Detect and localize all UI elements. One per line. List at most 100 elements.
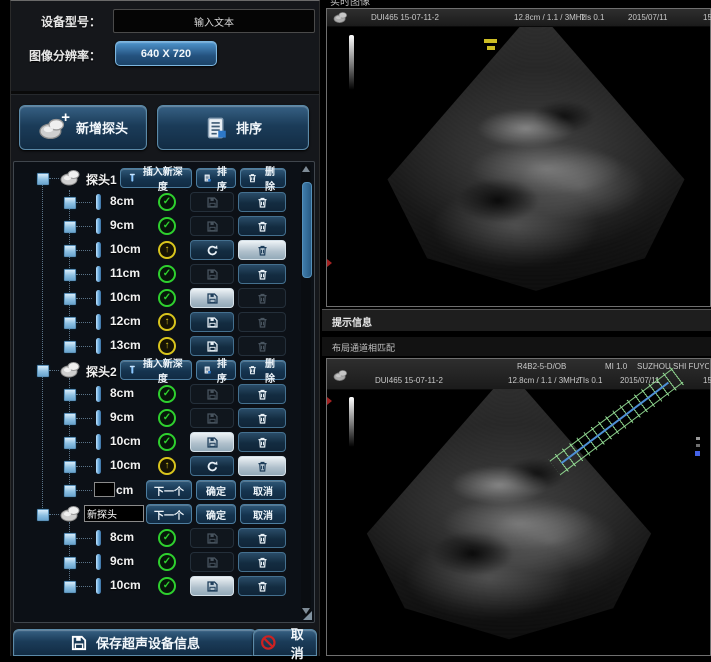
tree-dash bbox=[76, 298, 92, 299]
save-depth-button[interactable] bbox=[190, 408, 234, 428]
insert-depth-button[interactable]: 插入新深度 bbox=[120, 168, 192, 188]
device-model-input[interactable] bbox=[113, 9, 315, 33]
delete-depth-button[interactable] bbox=[238, 288, 286, 308]
scroll-up-arrow[interactable] bbox=[302, 166, 310, 172]
delete-depth-button[interactable] bbox=[238, 192, 286, 212]
save-depth-button[interactable] bbox=[190, 552, 234, 572]
expander-icon[interactable] bbox=[64, 221, 76, 233]
probe-icon bbox=[60, 359, 82, 379]
delete-depth-button[interactable] bbox=[238, 216, 286, 236]
status-ok-icon: ✓ bbox=[158, 289, 176, 307]
sort-depths-button[interactable]: 排序 bbox=[196, 360, 236, 380]
save-depth-button[interactable] bbox=[190, 528, 234, 548]
expander-icon[interactable] bbox=[64, 485, 76, 497]
delete-depth-button[interactable] bbox=[238, 456, 286, 476]
new-depth-input[interactable] bbox=[94, 482, 115, 497]
new-probe-name-input[interactable] bbox=[84, 505, 144, 522]
refresh-depth-button[interactable] bbox=[190, 240, 234, 260]
refresh-depth-button[interactable] bbox=[190, 456, 234, 476]
delete-probe-button[interactable]: 删除 bbox=[240, 360, 286, 380]
sort-probes-button[interactable]: 排序 bbox=[157, 105, 309, 150]
expander-icon[interactable] bbox=[37, 173, 49, 185]
expander-icon[interactable] bbox=[64, 269, 76, 281]
trash-icon bbox=[256, 436, 269, 449]
delete-depth-button[interactable] bbox=[238, 240, 286, 260]
probe2-name: 探头2 bbox=[86, 363, 117, 380]
next-button[interactable]: 下一个 bbox=[146, 480, 192, 500]
expander-icon[interactable] bbox=[64, 389, 76, 401]
delete-probe-button[interactable]: 删除 bbox=[240, 168, 286, 188]
insert-depth-button[interactable]: 插入新深度 bbox=[120, 360, 192, 380]
next-label: 下一个 bbox=[154, 483, 184, 498]
delete-probe-label: 删除 bbox=[261, 166, 279, 193]
status-ok-icon: ✓ bbox=[158, 385, 176, 403]
expander-icon[interactable] bbox=[64, 293, 76, 305]
refresh-icon bbox=[206, 244, 219, 257]
save-depth-button[interactable] bbox=[190, 336, 234, 356]
resolution-button[interactable]: 640 X 720 bbox=[115, 41, 217, 66]
save-depth-button[interactable] bbox=[190, 312, 234, 332]
expander-icon[interactable] bbox=[64, 413, 76, 425]
expander-icon[interactable] bbox=[64, 581, 76, 593]
expander-icon[interactable] bbox=[64, 557, 76, 569]
probe-tree: 探头1 插入新深度 排序 删除 8cm ✓ bbox=[18, 166, 296, 616]
delete-depth-button[interactable] bbox=[238, 528, 286, 548]
depth-row: 10cm ✓ bbox=[18, 430, 296, 454]
expander-icon[interactable] bbox=[64, 341, 76, 353]
delete-depth-button[interactable] bbox=[238, 408, 286, 428]
save-depth-button[interactable] bbox=[190, 384, 234, 404]
save-depth-button[interactable] bbox=[190, 288, 234, 308]
delete-depth-button[interactable] bbox=[238, 264, 286, 284]
expander-icon[interactable] bbox=[37, 365, 49, 377]
exam-id: DUI465 15-07-11-2 bbox=[375, 376, 443, 385]
tgc-marker bbox=[327, 259, 332, 267]
confirm-button[interactable]: 确定 bbox=[196, 504, 236, 524]
save-depth-button[interactable] bbox=[190, 192, 234, 212]
cancel-button[interactable]: 取消 bbox=[240, 480, 286, 500]
save-depth-button[interactable] bbox=[190, 576, 234, 596]
expander-icon[interactable] bbox=[64, 317, 76, 329]
ultrasound-image-live: DUI465 15-07-11-2 12.8cm / 1.1 / 3MHz TI… bbox=[326, 8, 711, 307]
depth-row: 9cm ✓ bbox=[18, 406, 296, 430]
delete-depth-button[interactable] bbox=[238, 576, 286, 596]
depth-row: 10cm ↑ bbox=[18, 454, 296, 478]
depth-row: 9cm ✓ bbox=[18, 550, 296, 574]
insert-depth-label: 插入新深度 bbox=[141, 355, 185, 385]
resize-grip[interactable] bbox=[303, 611, 312, 620]
delete-depth-button[interactable] bbox=[238, 384, 286, 404]
scrollbar-thumb[interactable] bbox=[302, 182, 312, 278]
depth-label: 13cm bbox=[110, 338, 141, 352]
cancel-button[interactable]: 取消 bbox=[240, 504, 286, 524]
expander-icon[interactable] bbox=[37, 509, 49, 521]
depth-row: 10cm ↑ bbox=[18, 238, 296, 262]
depth-row: 8cm ✓ bbox=[18, 526, 296, 550]
tree-dash bbox=[76, 538, 92, 539]
save-depth-button[interactable] bbox=[190, 264, 234, 284]
add-probe-button[interactable]: + 新增探头 bbox=[19, 105, 147, 150]
confirm-button[interactable]: 确定 bbox=[196, 480, 236, 500]
expander-icon[interactable] bbox=[64, 461, 76, 473]
delete-depth-button[interactable] bbox=[238, 552, 286, 572]
mi-value: MI 1.0 bbox=[605, 362, 627, 371]
expander-icon[interactable] bbox=[64, 533, 76, 545]
depth-unit-label: cm bbox=[116, 483, 133, 497]
depth-label: 11cm bbox=[110, 266, 140, 280]
cancel-device-button[interactable]: 取消 bbox=[253, 629, 317, 656]
save-device-button[interactable]: 保存超声设备信息 bbox=[13, 629, 257, 656]
delete-depth-button[interactable] bbox=[238, 336, 286, 356]
delete-depth-button[interactable] bbox=[238, 432, 286, 452]
expander-icon[interactable] bbox=[64, 245, 76, 257]
tree-scrollbar[interactable] bbox=[301, 164, 311, 616]
depth-bar-icon bbox=[96, 242, 101, 258]
expander-icon[interactable] bbox=[64, 437, 76, 449]
depth-label: 10cm bbox=[110, 578, 141, 592]
save-depth-button[interactable] bbox=[190, 432, 234, 452]
next-button[interactable]: 下一个 bbox=[146, 504, 192, 524]
status-ok-icon: ✓ bbox=[158, 577, 176, 595]
save-depth-button[interactable] bbox=[190, 216, 234, 236]
document-icon bbox=[203, 364, 212, 376]
expander-icon[interactable] bbox=[64, 197, 76, 209]
delete-depth-button[interactable] bbox=[238, 312, 286, 332]
sort-depths-button[interactable]: 排序 bbox=[196, 168, 236, 188]
depth-label: 10cm bbox=[110, 242, 141, 256]
